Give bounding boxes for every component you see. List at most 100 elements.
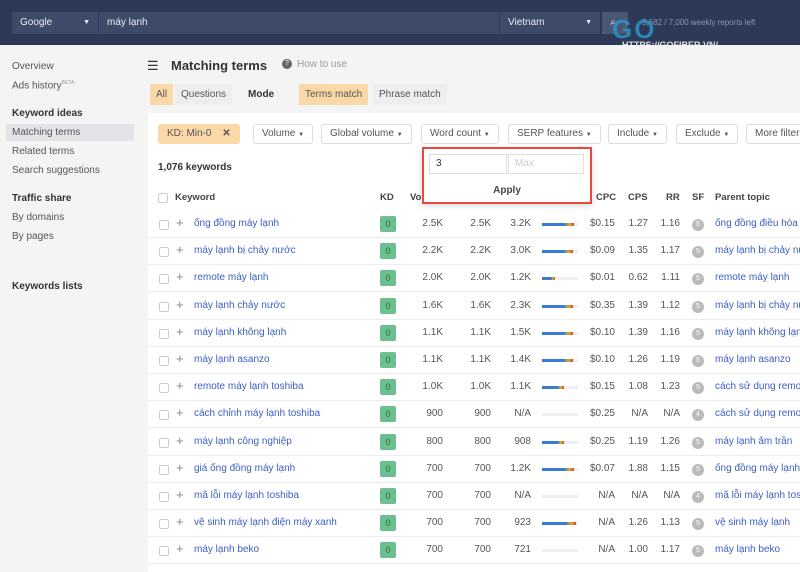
- serp-features-icon[interactable]: 5: [692, 518, 704, 531]
- row-checkbox[interactable]: [159, 383, 169, 394]
- plus-icon[interactable]: +: [176, 351, 184, 366]
- parent-topic-link[interactable]: mã lỗi máy lạnh toshiba: [715, 490, 800, 501]
- filter-kd[interactable]: KD: Min-0 ✕: [158, 124, 240, 144]
- sidebar-item-by-domains[interactable]: By domains: [12, 212, 64, 223]
- filter-serp-features[interactable]: SERP features ▼: [508, 124, 601, 144]
- filter-global-volume[interactable]: Global volume ▼: [321, 124, 412, 144]
- plus-icon[interactable]: +: [176, 433, 184, 448]
- apply-button[interactable]: Apply: [424, 185, 590, 196]
- serp-features-icon[interactable]: 5: [692, 436, 704, 449]
- filter-include[interactable]: Include ▼: [608, 124, 667, 144]
- col-sf[interactable]: SF: [692, 192, 704, 203]
- row-checkbox[interactable]: [159, 247, 169, 258]
- keyword-link[interactable]: vệ sinh máy lạnh điện máy xanh: [194, 517, 337, 528]
- row-checkbox[interactable]: [159, 410, 169, 421]
- menu-icon[interactable]: ☰: [147, 58, 159, 74]
- col-kd[interactable]: KD: [380, 192, 394, 203]
- plus-icon[interactable]: +: [176, 405, 184, 420]
- serp-features-icon[interactable]: 5: [692, 246, 704, 259]
- parent-topic-link[interactable]: ống đồng máy lạnh: [715, 463, 800, 474]
- sidebar-item-ads-history[interactable]: Ads historyBETA: [12, 80, 74, 91]
- row-checkbox[interactable]: [159, 519, 169, 530]
- keyword-link[interactable]: máy lạnh chảy nước: [194, 300, 285, 311]
- keyword-link[interactable]: máy lạnh bị chảy nước: [194, 245, 296, 256]
- plus-icon[interactable]: +: [176, 487, 184, 502]
- serp-features-icon[interactable]: 5: [692, 300, 704, 313]
- how-to-use-link[interactable]: How to use: [297, 59, 347, 70]
- keyword-link[interactable]: máy lạnh không lạnh: [194, 327, 286, 338]
- col-cps[interactable]: CPS: [628, 192, 648, 203]
- serp-features-icon[interactable]: 5: [692, 273, 704, 286]
- row-checkbox[interactable]: [159, 220, 169, 230]
- filter-word-count[interactable]: Word count ▼: [421, 124, 499, 144]
- row-checkbox[interactable]: [159, 274, 169, 285]
- serp-features-icon[interactable]: 5: [692, 463, 704, 476]
- filter-more[interactable]: More filters: [746, 124, 800, 144]
- sidebar-item-search-suggestions[interactable]: Search suggestions: [12, 165, 100, 176]
- tab-questions[interactable]: Questions: [175, 84, 233, 105]
- close-icon[interactable]: ✕: [222, 128, 230, 139]
- parent-topic-link[interactable]: máy lạnh bị chảy nước: [715, 245, 800, 256]
- keyword-link[interactable]: giá ống đồng máy lạnh: [194, 463, 295, 474]
- sidebar-item-by-pages[interactable]: By pages: [12, 231, 54, 242]
- keyword-link[interactable]: máy lạnh công nghiệp: [194, 436, 292, 447]
- serp-features-icon[interactable]: 5: [692, 545, 704, 558]
- min-input[interactable]: 3: [429, 154, 507, 174]
- keyword-link[interactable]: remote máy lạnh toshiba: [194, 381, 304, 392]
- parent-topic-link[interactable]: máy lạnh asanzo: [715, 354, 791, 365]
- row-checkbox[interactable]: [159, 437, 169, 448]
- plus-icon[interactable]: +: [176, 215, 184, 230]
- parent-topic-link[interactable]: cách sử dụng remote: [715, 381, 800, 392]
- col-parent-topic[interactable]: Parent topic: [715, 192, 770, 203]
- keyword-link[interactable]: ống đồng máy lạnh: [194, 218, 279, 229]
- tab-all[interactable]: All: [150, 84, 174, 105]
- serp-features-icon[interactable]: 5: [692, 355, 704, 367]
- select-all-checkbox[interactable]: [158, 193, 168, 203]
- plus-icon[interactable]: +: [176, 514, 184, 529]
- keyword-link[interactable]: mã lỗi máy lạnh toshiba: [194, 490, 299, 501]
- parent-topic-link[interactable]: máy lạnh bị chảy nước: [715, 300, 800, 311]
- row-checkbox[interactable]: [159, 492, 169, 502]
- col-cpc[interactable]: CPC: [596, 192, 616, 203]
- tab-terms-match[interactable]: Terms match: [299, 84, 369, 105]
- col-volume[interactable]: Vo: [410, 192, 421, 203]
- keyword-link[interactable]: máy lạnh asanzo: [194, 354, 270, 365]
- plus-icon[interactable]: +: [176, 324, 184, 339]
- country-select[interactable]: Vietnam ▼: [500, 12, 600, 34]
- keyword-input[interactable]: máy lạnh: [99, 12, 499, 34]
- row-checkbox[interactable]: [159, 464, 169, 475]
- keyword-link[interactable]: máy lạnh beko: [194, 544, 259, 555]
- row-checkbox[interactable]: [159, 301, 169, 312]
- filter-volume[interactable]: Volume ▼: [253, 124, 314, 144]
- serp-features-icon[interactable]: 4: [692, 409, 704, 422]
- serp-features-icon[interactable]: 5: [692, 382, 704, 395]
- parent-topic-link[interactable]: máy lạnh beko: [715, 544, 780, 555]
- parent-topic-link[interactable]: máy lạnh âm trần: [715, 436, 792, 447]
- parent-topic-link[interactable]: remote máy lạnh: [715, 272, 789, 283]
- serp-features-icon[interactable]: 5: [692, 327, 704, 340]
- plus-icon[interactable]: +: [176, 460, 184, 475]
- sidebar-item-overview[interactable]: Overview: [12, 61, 54, 72]
- row-checkbox[interactable]: [159, 328, 169, 339]
- keyword-link[interactable]: remote máy lạnh: [194, 272, 268, 283]
- row-checkbox[interactable]: [159, 546, 169, 557]
- serp-features-icon[interactable]: 4: [692, 491, 704, 503]
- col-keyword[interactable]: Keyword: [175, 192, 215, 203]
- col-rr[interactable]: RR: [666, 192, 680, 203]
- plus-icon[interactable]: +: [176, 378, 184, 393]
- sidebar-heading-keywords-lists[interactable]: Keywords lists: [12, 281, 83, 292]
- sidebar-item-matching-terms[interactable]: Matching terms: [6, 124, 134, 141]
- row-checkbox[interactable]: [159, 356, 169, 366]
- parent-topic-link[interactable]: vệ sinh máy lạnh: [715, 517, 790, 528]
- sidebar-item-related-terms[interactable]: Related terms: [12, 146, 74, 157]
- parent-topic-link[interactable]: máy lạnh không lạnh: [715, 327, 800, 338]
- serp-features-icon[interactable]: 5: [692, 219, 704, 231]
- parent-topic-link[interactable]: cách sử dụng remote: [715, 408, 800, 419]
- keyword-link[interactable]: cách chỉnh máy lạnh toshiba: [194, 408, 320, 419]
- filter-exclude[interactable]: Exclude ▼: [676, 124, 739, 144]
- search-engine-select[interactable]: Google ▼: [12, 12, 98, 34]
- plus-icon[interactable]: +: [176, 269, 184, 284]
- max-input[interactable]: Max: [508, 154, 584, 174]
- plus-icon[interactable]: +: [176, 297, 184, 312]
- plus-icon[interactable]: +: [176, 242, 184, 257]
